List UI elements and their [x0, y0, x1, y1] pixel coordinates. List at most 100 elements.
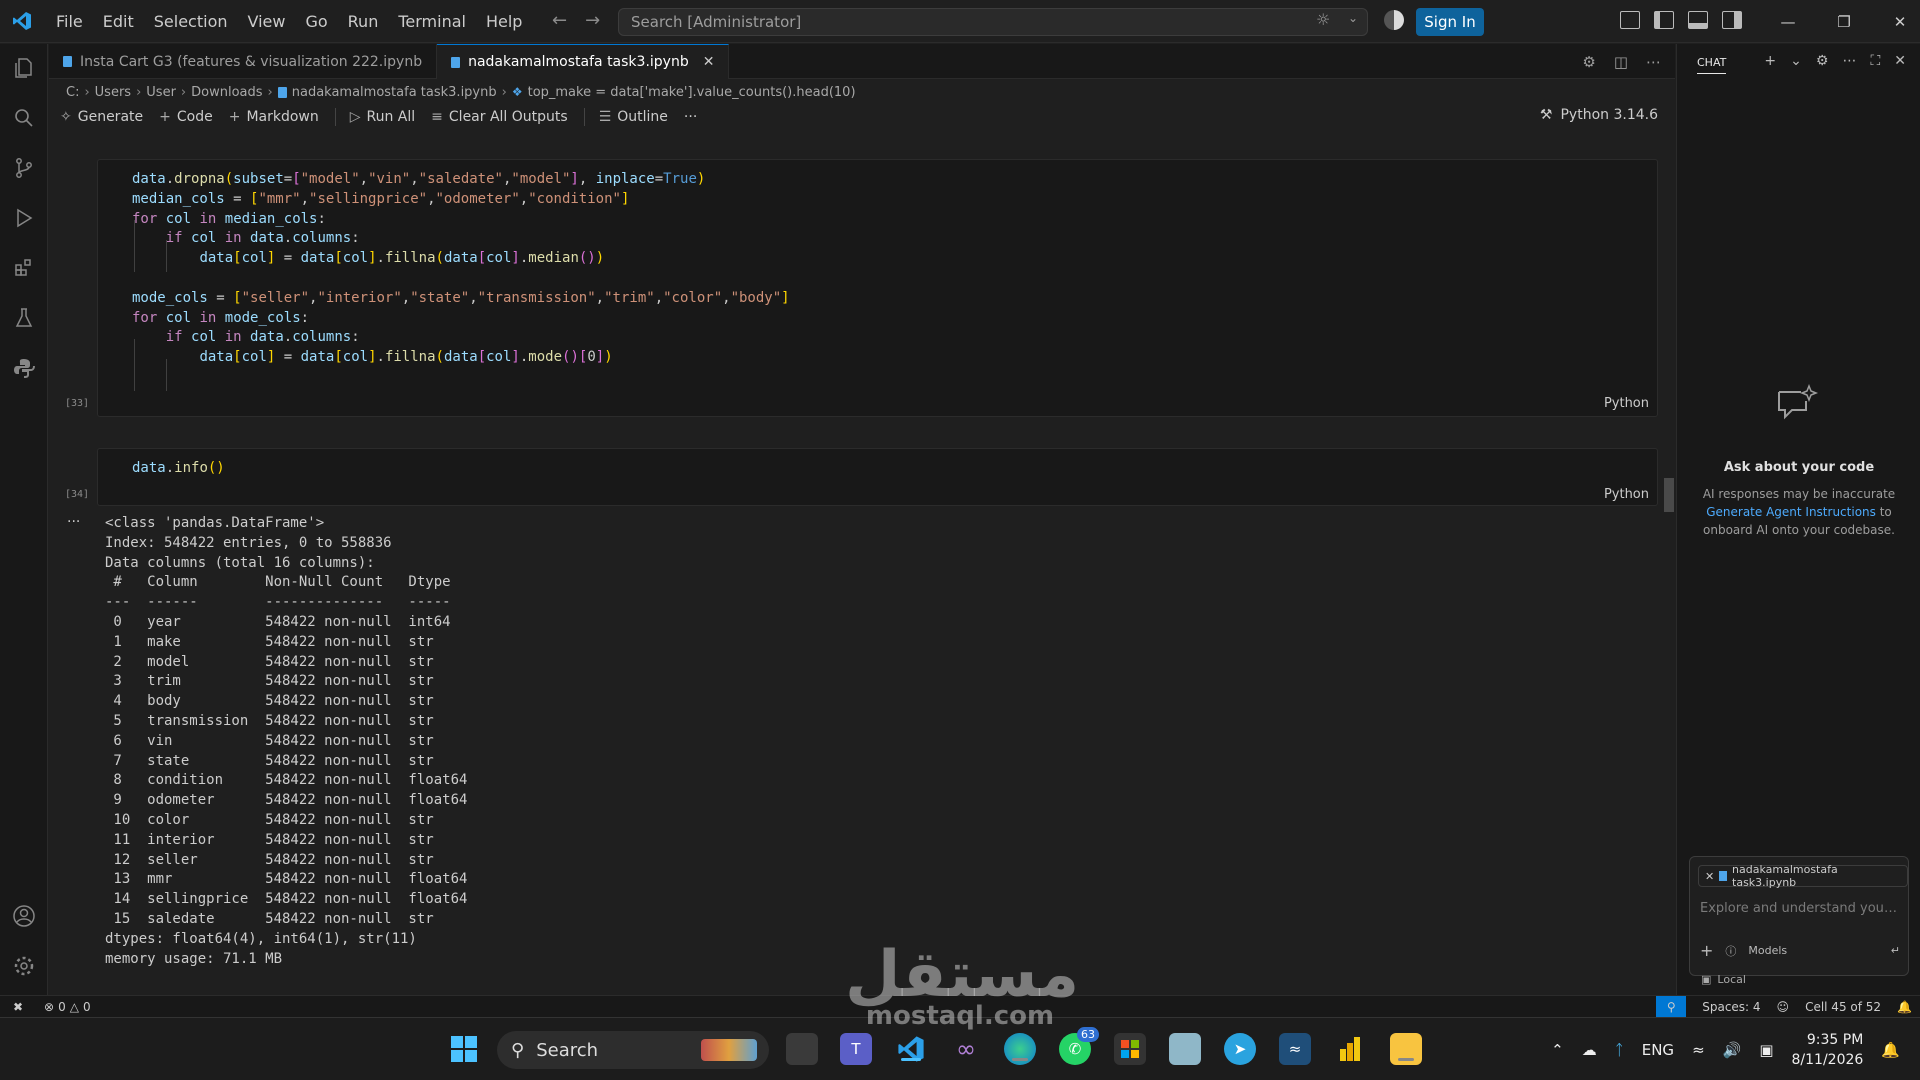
search-icon[interactable]: [12, 106, 36, 130]
generate-button[interactable]: ✧ Generate: [60, 109, 143, 125]
chat-input-placeholder[interactable]: Explore and understand your c...: [1700, 901, 1900, 916]
battery-icon[interactable]: ▣: [1759, 1041, 1773, 1059]
send-icon[interactable]: ↵: [1891, 944, 1900, 957]
testing-icon[interactable]: [12, 306, 36, 330]
indentation-status[interactable]: Spaces: 4: [1702, 1000, 1760, 1014]
maximize-icon[interactable]: ⛶: [1870, 53, 1880, 69]
sql-server-icon[interactable]: ≈: [1279, 1033, 1311, 1065]
menu-view[interactable]: View: [238, 0, 296, 43]
menu-run[interactable]: Run: [338, 0, 389, 43]
taskbar-search-box[interactable]: ⚲ Search: [497, 1031, 769, 1069]
manage-gear-icon[interactable]: [12, 954, 36, 978]
copilot-icon[interactable]: ☼: [1316, 10, 1330, 29]
cell-language-label[interactable]: Python: [1604, 396, 1649, 411]
run-debug-icon[interactable]: [12, 206, 36, 230]
breadcrumb-users[interactable]: Users: [95, 85, 131, 100]
generate-agent-instructions-link[interactable]: Generate Agent Instructions: [1706, 505, 1876, 519]
chat-tab[interactable]: CHAT: [1697, 50, 1727, 74]
sign-in-button[interactable]: Sign In: [1416, 8, 1484, 36]
zoom-icon[interactable]: ⚲: [1656, 996, 1687, 1018]
editor-scrollbar-thumb[interactable]: [1664, 478, 1674, 512]
microsoft-store-icon[interactable]: [1114, 1033, 1146, 1065]
app-icon[interactable]: [1169, 1033, 1201, 1065]
copilot-status-icon[interactable]: ☺: [1777, 1000, 1790, 1014]
bluetooth-icon[interactable]: ᛏ: [1615, 1041, 1624, 1059]
telegram-icon[interactable]: ➤: [1224, 1033, 1256, 1065]
toggle-panel-icon[interactable]: [1688, 11, 1708, 29]
chevron-down-icon[interactable]: ⌄: [1348, 11, 1358, 25]
menu-go[interactable]: Go: [295, 0, 337, 43]
explorer-icon[interactable]: [12, 56, 36, 80]
forward-arrow-icon[interactable]: →: [585, 10, 600, 31]
breadcrumb-drive[interactable]: C:: [66, 85, 79, 100]
close-chat-icon[interactable]: ✕: [1894, 53, 1906, 69]
chat-more-icon[interactable]: ⋯: [1842, 53, 1856, 69]
source-control-icon[interactable]: [12, 156, 36, 180]
minimize-icon[interactable]: —: [1760, 0, 1816, 43]
show-hidden-icons-chevron-icon[interactable]: ⌃: [1551, 1041, 1564, 1059]
whatsapp-icon[interactable]: ✆ 63: [1059, 1027, 1099, 1065]
notifications-bell-icon[interactable]: 🔔: [1897, 1000, 1912, 1014]
add-context-plus-icon[interactable]: +: [1700, 941, 1713, 960]
accounts-activity-icon[interactable]: [12, 904, 36, 928]
run-all-button[interactable]: ▷ Run All: [350, 109, 415, 125]
chat-input-box[interactable]: ✕ nadakamalmostafa task3.ipynb Explore a…: [1689, 856, 1909, 976]
chat-settings-gear-icon[interactable]: ⚙: [1816, 53, 1829, 69]
toggle-secondary-sidebar-icon[interactable]: [1722, 11, 1742, 29]
close-window-icon[interactable]: ✕: [1872, 0, 1920, 43]
problems-indicator[interactable]: ⊗ 0 △ 0: [44, 1000, 91, 1014]
close-tab-icon[interactable]: ✕: [703, 54, 715, 70]
add-code-cell-button[interactable]: + Code: [159, 109, 213, 125]
remote-indicator-icon[interactable]: ✖: [0, 996, 36, 1018]
chevron-down-icon[interactable]: ⌄: [1790, 53, 1802, 69]
new-chat-plus-icon[interactable]: +: [1764, 53, 1776, 69]
clear-all-outputs-button[interactable]: ≡ Clear All Outputs: [431, 109, 568, 125]
breadcrumb-cell[interactable]: top_make = data['make'].value_counts().h…: [528, 85, 856, 100]
command-search-input[interactable]: Search [Administrator]: [618, 8, 1368, 36]
task-view-icon[interactable]: [786, 1033, 818, 1065]
accounts-icon[interactable]: [1384, 10, 1404, 30]
tab-insta-cart[interactable]: Insta Cart G3 (features & visualization …: [49, 44, 438, 79]
remove-context-icon[interactable]: ✕: [1705, 870, 1714, 883]
add-markdown-cell-button[interactable]: + Markdown: [229, 109, 319, 125]
back-arrow-icon[interactable]: ←: [552, 10, 567, 31]
python-icon[interactable]: [12, 356, 36, 380]
file-explorer-icon[interactable]: [1390, 1033, 1422, 1065]
menu-selection[interactable]: Selection: [144, 0, 238, 43]
volume-icon[interactable]: 🔊: [1723, 1041, 1742, 1059]
breadcrumb-file[interactable]: nadakamalmostafa task3.ipynb: [292, 85, 497, 100]
onedrive-cloud-icon[interactable]: ☁: [1582, 1041, 1597, 1059]
outline-button[interactable]: ☰ Outline: [599, 109, 668, 125]
cell-language-label[interactable]: Python: [1604, 487, 1649, 502]
restore-icon[interactable]: ❐: [1816, 0, 1872, 43]
edge-browser-icon[interactable]: [1004, 1033, 1036, 1065]
toolbar-more-button[interactable]: ···: [684, 109, 697, 125]
extensions-icon[interactable]: [12, 256, 36, 280]
code-cell[interactable]: data.dropna(subset=["model","vin","saled…: [97, 159, 1658, 417]
power-bi-icon[interactable]: [1334, 1033, 1366, 1065]
models-picker[interactable]: Models: [1748, 944, 1787, 957]
clock[interactable]: 9:35 PM 8/11/2026: [1792, 1030, 1864, 1070]
code-editor[interactable]: data.info(): [132, 459, 225, 479]
split-editor-icon[interactable]: ◫: [1614, 53, 1628, 71]
menu-file[interactable]: File: [46, 0, 93, 43]
notification-center-icon[interactable]: 🔔: [1881, 1041, 1900, 1059]
customize-layout-icon[interactable]: [1620, 11, 1640, 29]
menu-help[interactable]: Help: [476, 0, 532, 43]
menu-terminal[interactable]: Terminal: [388, 0, 476, 43]
breadcrumb-downloads[interactable]: Downloads: [191, 85, 262, 100]
language-indicator[interactable]: ENG: [1642, 1041, 1674, 1059]
code-editor[interactable]: data.dropna(subset=["model","vin","saled…: [132, 170, 790, 368]
notebook-settings-gear-icon[interactable]: ⚙: [1582, 53, 1595, 71]
menu-edit[interactable]: Edit: [93, 0, 144, 43]
windows-start-icon[interactable]: [448, 1033, 480, 1065]
code-cell[interactable]: data.info() Python: [97, 448, 1658, 506]
more-actions-icon[interactable]: ⋯: [1646, 53, 1661, 71]
teams-icon[interactable]: T: [840, 1033, 872, 1065]
context-file-chip[interactable]: ✕ nadakamalmostafa task3.ipynb: [1698, 863, 1908, 889]
wifi-icon[interactable]: ≈: [1692, 1041, 1705, 1059]
toggle-primary-sidebar-icon[interactable]: [1654, 11, 1674, 29]
tab-task3[interactable]: nadakamalmostafa task3.ipynb ✕: [437, 44, 730, 79]
local-indicator[interactable]: ▣ Local: [1701, 973, 1746, 986]
vscode-taskbar-icon[interactable]: [895, 1033, 927, 1065]
